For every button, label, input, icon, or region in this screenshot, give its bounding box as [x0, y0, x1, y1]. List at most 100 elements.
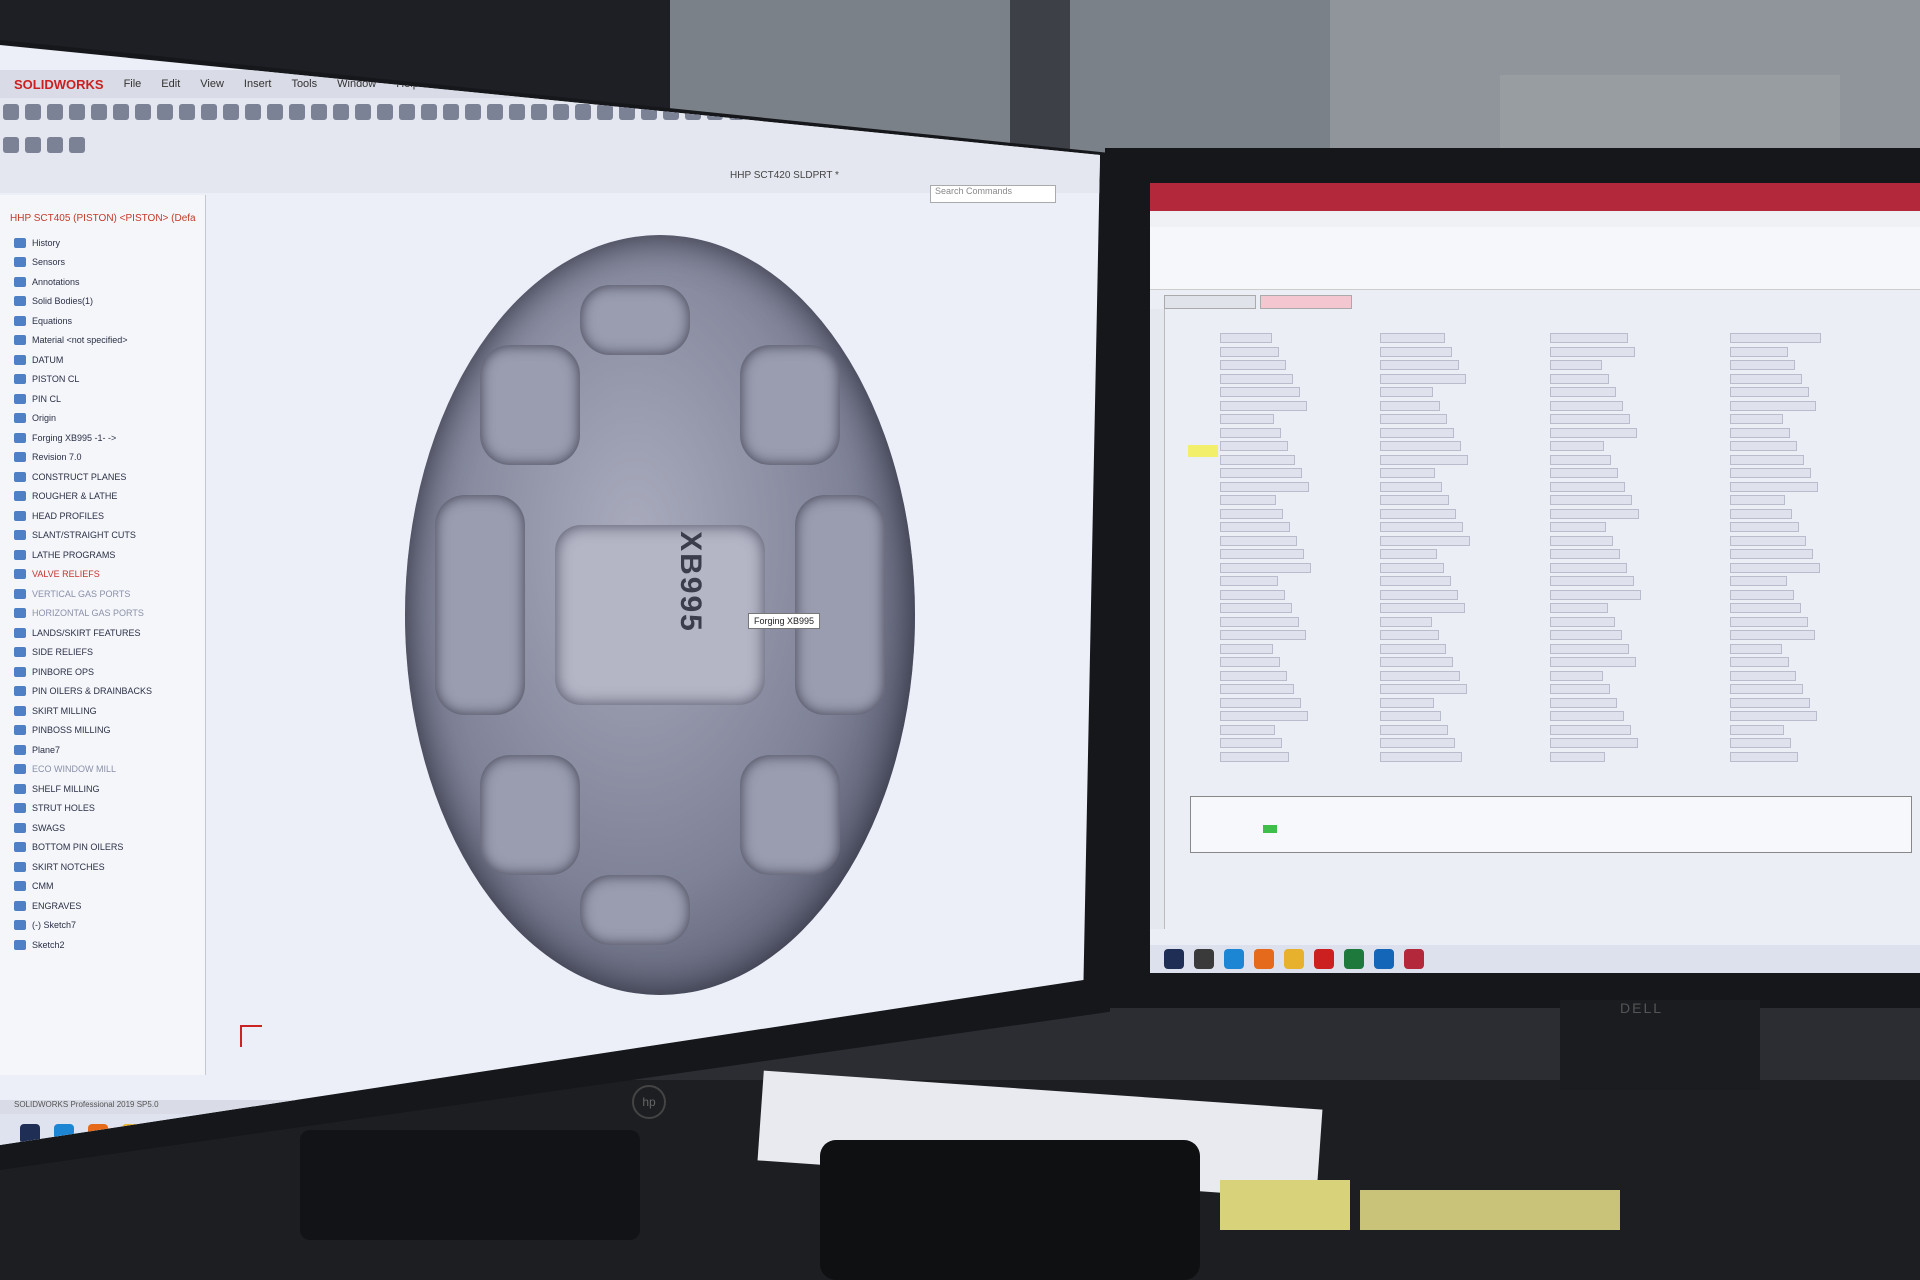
tree-item[interactable]: PINBOSS MILLING [14, 721, 152, 741]
form-field[interactable] [1380, 630, 1439, 640]
form-field[interactable] [1730, 751, 1798, 762]
form-field[interactable] [1220, 360, 1286, 370]
form-field[interactable] [1550, 684, 1610, 694]
form-field[interactable] [1220, 549, 1304, 559]
tree-item[interactable]: LATHE PROGRAMS [14, 545, 152, 565]
tree-item[interactable]: DATUM [14, 350, 152, 370]
form-field[interactable] [1220, 751, 1289, 762]
toolbar-tool-icon[interactable] [311, 104, 327, 120]
file-explorer-icon[interactable] [1284, 949, 1304, 969]
toolbar-tool-icon[interactable] [553, 104, 569, 120]
toolbar-tool-icon[interactable] [25, 137, 41, 153]
form-field[interactable] [1730, 549, 1813, 559]
access-document-tabs[interactable] [1164, 295, 1352, 309]
form-field[interactable] [1220, 697, 1301, 708]
form-field[interactable] [1220, 333, 1272, 343]
form-field[interactable] [1380, 427, 1454, 438]
tree-item[interactable]: SKIRT NOTCHES [14, 857, 152, 877]
toolbar-tool-icon[interactable] [157, 104, 173, 120]
tree-item[interactable]: SHELF MILLING [14, 779, 152, 799]
form-field[interactable] [1730, 495, 1785, 505]
form-field[interactable] [1730, 414, 1783, 424]
form-field[interactable] [1730, 468, 1811, 478]
form-field[interactable] [1550, 738, 1638, 748]
tree-item[interactable]: Sensors [14, 253, 152, 273]
form-field[interactable] [1220, 657, 1280, 667]
form-field[interactable] [1730, 670, 1796, 681]
form-field[interactable] [1220, 562, 1311, 573]
highlighted-field[interactable] [1188, 445, 1218, 457]
tree-item[interactable]: History [14, 233, 152, 253]
form-field[interactable] [1730, 387, 1809, 397]
tree-item[interactable]: Equations [14, 311, 152, 331]
toolbar-tool-icon[interactable] [25, 104, 41, 120]
form-field[interactable] [1730, 562, 1820, 573]
tree-item[interactable]: SIDE RELIEFS [14, 643, 152, 663]
form-field[interactable] [1380, 549, 1437, 559]
toolbar-tool-icon[interactable] [135, 104, 151, 120]
form-field[interactable] [1730, 481, 1818, 492]
form-field[interactable] [1380, 738, 1455, 748]
tree-item[interactable]: ROUGHER & LATHE [14, 487, 152, 507]
toolbar-tool-icon[interactable] [267, 104, 283, 120]
form-field[interactable] [1220, 427, 1281, 438]
form-field[interactable] [1220, 670, 1287, 681]
form-field[interactable] [1550, 589, 1641, 600]
toolbar-tool-icon[interactable] [113, 104, 129, 120]
tree-root-part[interactable]: HHP SCT405 (PISTON) <PISTON> (Defa [10, 213, 196, 224]
piston-model[interactable]: XB995 [405, 235, 915, 995]
form-field[interactable] [1380, 562, 1444, 573]
toolbar-tool-icon[interactable] [223, 104, 239, 120]
tree-item[interactable]: Material <not specified> [14, 331, 152, 351]
form-field[interactable] [1220, 630, 1306, 640]
tree-item[interactable]: Plane7 [14, 740, 152, 760]
form-field[interactable] [1220, 603, 1292, 613]
tree-item[interactable]: ECO WINDOW MILL [14, 760, 152, 780]
form-field[interactable] [1550, 576, 1634, 586]
form-field[interactable] [1550, 495, 1632, 505]
form-field[interactable] [1380, 535, 1470, 546]
form-field[interactable] [1220, 522, 1290, 532]
form-field[interactable] [1730, 508, 1792, 519]
form-field[interactable] [1380, 454, 1468, 465]
tree-item[interactable]: STRUT HOLES [14, 799, 152, 819]
form-field[interactable] [1550, 657, 1636, 667]
form-field[interactable] [1220, 454, 1295, 465]
tree-item[interactable]: Revision 7.0 [14, 448, 152, 468]
toolbar-tool-icon[interactable] [597, 104, 613, 120]
form-field[interactable] [1380, 346, 1452, 357]
form-field[interactable] [1220, 724, 1275, 735]
form-field[interactable] [1220, 684, 1294, 694]
tree-item[interactable]: SKIRT MILLING [14, 701, 152, 721]
form-field[interactable] [1550, 333, 1628, 343]
toolbar-tool-icon[interactable] [421, 104, 437, 120]
graphics-area[interactable]: XB995 Forging XB995 [210, 195, 1080, 1055]
form-field[interactable] [1380, 333, 1445, 343]
form-field[interactable] [1220, 738, 1282, 748]
form-field[interactable] [1380, 400, 1440, 411]
form-field[interactable] [1380, 589, 1458, 600]
form-field[interactable] [1220, 346, 1279, 357]
tree-item[interactable]: SWAGS [14, 818, 152, 838]
form-field[interactable] [1550, 724, 1631, 735]
tree-item[interactable]: CONSTRUCT PLANES [14, 467, 152, 487]
form-field[interactable] [1220, 373, 1293, 384]
tree-item[interactable]: HORIZONTAL GAS PORTS [14, 604, 152, 624]
form-field[interactable] [1550, 454, 1611, 465]
tree-item[interactable]: PINBORE OPS [14, 662, 152, 682]
form-field[interactable] [1550, 400, 1623, 411]
tree-item[interactable]: Origin [14, 409, 152, 429]
tree-item[interactable]: LANDS/SKIRT FEATURES [14, 623, 152, 643]
tree-item[interactable]: CMM [14, 877, 152, 897]
form-field[interactable] [1380, 414, 1447, 424]
tree-item[interactable]: Annotations [14, 272, 152, 292]
form-field[interactable] [1550, 387, 1616, 397]
tree-item[interactable]: Forging XB995 -1- -> [14, 428, 152, 448]
toolbar-tool-icon[interactable] [201, 104, 217, 120]
form-field[interactable] [1550, 549, 1620, 559]
form-field[interactable] [1550, 373, 1609, 384]
form-field[interactable] [1380, 684, 1467, 694]
tree-item[interactable]: BOTTOM PIN OILERS [14, 838, 152, 858]
form-field[interactable] [1730, 441, 1797, 451]
form-field[interactable] [1380, 697, 1434, 708]
